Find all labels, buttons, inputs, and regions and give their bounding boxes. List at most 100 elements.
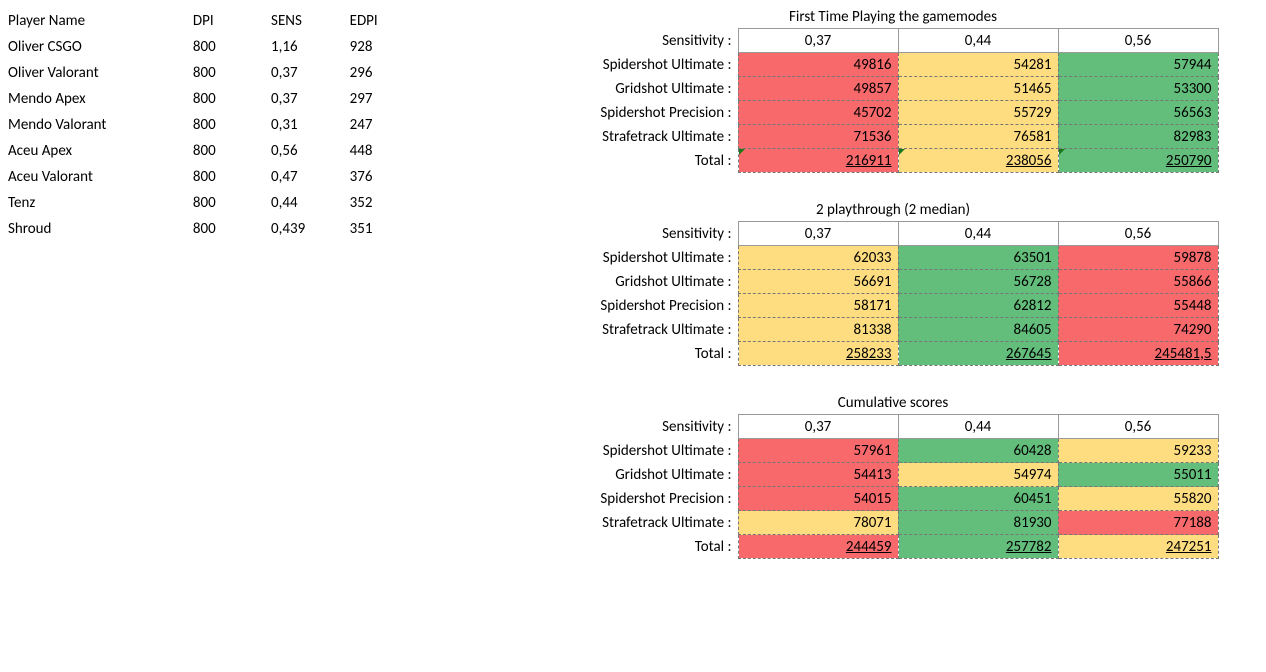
player-edpi: 352 [350,190,428,216]
player-sens: 0,56 [271,138,350,164]
player-name: Oliver CSGO [8,34,193,60]
player-sens: 0,31 [271,112,350,138]
table-row: Aceu Valorant8000,47376 [8,164,428,190]
row-label: Total : [528,342,738,366]
score-table: Sensitivity :0,370,440,56 Spidershot Ulti… [528,221,1219,366]
score-value: 78071 [738,511,898,535]
sensitivity-value: 0,44 [898,222,1058,246]
player-name: Mendo Valorant [8,112,193,138]
row-label: Spidershot Ultimate : [528,246,738,270]
score-value: 60451 [898,487,1058,511]
player-dpi: 800 [193,216,271,242]
row-label: Sensitivity : [528,415,738,439]
row-label: Total : [528,149,738,173]
score-value: 81930 [898,511,1058,535]
row-label: Gridshot Ultimate : [528,270,738,294]
total-value: 258233 [738,342,898,366]
score-value: 59878 [1058,246,1218,270]
score-value: 74290 [1058,318,1218,342]
score-block: Cumulative scoresSensitivity :0,370,440,… [528,394,1258,559]
score-value: 57961 [738,439,898,463]
player-name: Oliver Valorant [8,60,193,86]
player-name: Tenz [8,190,193,216]
table-row: Shroud8000,439351 [8,216,428,242]
row-label: Total : [528,535,738,559]
row-label: Strafetrack Ultimate : [528,125,738,149]
player-dpi: 800 [193,60,271,86]
score-value: 59233 [1058,439,1218,463]
players-table: Player Name DPI SENS EDPI Oliver CSGO800… [8,8,428,242]
player-dpi: 800 [193,112,271,138]
table-row: Oliver CSGO8001,16928 [8,34,428,60]
row-label: Sensitivity : [528,29,738,53]
score-value: 71536 [738,125,898,149]
row-label: Strafetrack Ultimate : [528,318,738,342]
score-value: 54413 [738,463,898,487]
block-title: First Time Playing the gamemodes [528,8,1258,28]
score-value: 53300 [1058,77,1218,101]
sensitivity-value: 0,44 [898,415,1058,439]
player-name: Shroud [8,216,193,242]
block-title: Cumulative scores [528,394,1258,414]
score-value: 55866 [1058,270,1218,294]
score-value: 55820 [1058,487,1218,511]
player-edpi: 247 [350,112,428,138]
player-name: Aceu Apex [8,138,193,164]
score-value: 56728 [898,270,1058,294]
score-value: 51465 [898,77,1058,101]
sensitivity-value: 0,37 [738,29,898,53]
table-row: Aceu Apex8000,56448 [8,138,428,164]
header-name: Player Name [8,8,193,34]
total-value: 247251 [1058,535,1218,559]
total-value: 216911 [738,149,898,173]
score-value: 56563 [1058,101,1218,125]
table-row: Mendo Valorant8000,31247 [8,112,428,138]
player-sens: 0,44 [271,190,350,216]
player-sens: 0,37 [271,60,350,86]
sensitivity-value: 0,56 [1058,222,1218,246]
score-value: 55011 [1058,463,1218,487]
header-sens: SENS [271,8,350,34]
score-value: 54281 [898,53,1058,77]
score-value: 81338 [738,318,898,342]
table-row: Mendo Apex8000,37297 [8,86,428,112]
row-label: Spidershot Precision : [528,294,738,318]
table-row: Oliver Valorant8000,37296 [8,60,428,86]
score-value: 49816 [738,53,898,77]
sensitivity-value: 0,37 [738,222,898,246]
score-value: 56691 [738,270,898,294]
header-dpi: DPI [193,8,271,34]
header-edpi: EDPI [350,8,428,34]
row-label: Sensitivity : [528,222,738,246]
row-label: Spidershot Precision : [528,101,738,125]
score-value: 54974 [898,463,1058,487]
total-value: 238056 [898,149,1058,173]
score-block: 2 playthrough (2 median)Sensitivity :0,3… [528,201,1258,366]
total-value: 250790 [1058,149,1218,173]
players-header-row: Player Name DPI SENS EDPI [8,8,428,34]
score-value: 84605 [898,318,1058,342]
player-name: Mendo Apex [8,86,193,112]
block-title: 2 playthrough (2 median) [528,201,1258,221]
score-value: 55448 [1058,294,1218,318]
score-value: 58171 [738,294,898,318]
player-sens: 1,16 [271,34,350,60]
player-dpi: 800 [193,164,271,190]
score-value: 62812 [898,294,1058,318]
row-label: Gridshot Ultimate : [528,77,738,101]
score-value: 77188 [1058,511,1218,535]
player-dpi: 800 [193,34,271,60]
player-sens: 0,37 [271,86,350,112]
total-value: 257782 [898,535,1058,559]
score-value: 49857 [738,77,898,101]
player-edpi: 351 [350,216,428,242]
player-name: Aceu Valorant [8,164,193,190]
score-value: 63501 [898,246,1058,270]
total-value: 244459 [738,535,898,559]
row-label: Gridshot Ultimate : [528,463,738,487]
score-value: 57944 [1058,53,1218,77]
row-label: Spidershot Precision : [528,487,738,511]
sensitivity-value: 0,37 [738,415,898,439]
player-dpi: 800 [193,138,271,164]
player-sens: 0,47 [271,164,350,190]
